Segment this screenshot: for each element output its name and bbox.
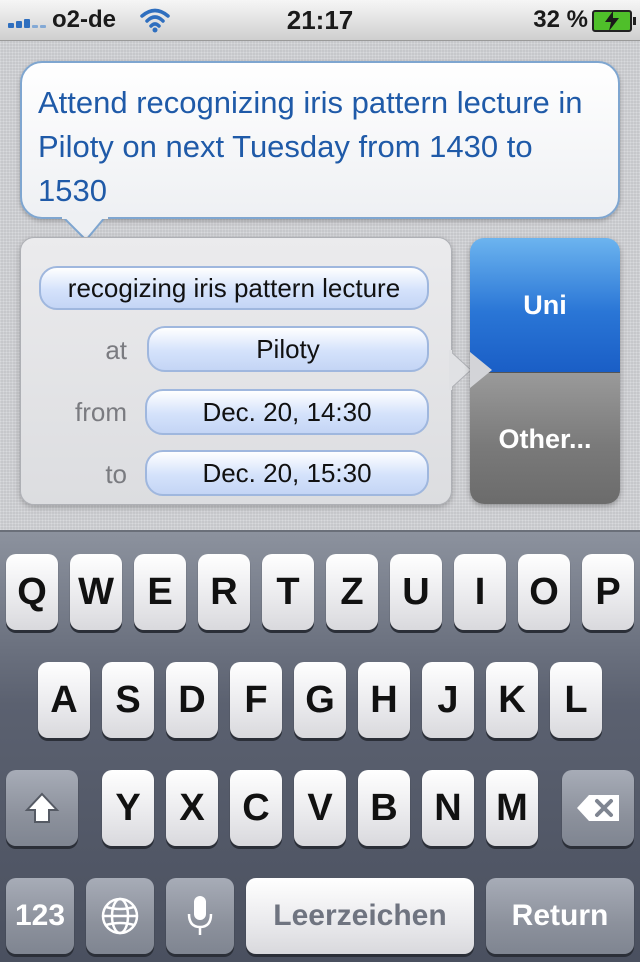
key-c[interactable]: C — [230, 770, 282, 846]
dictation-bubble[interactable]: Attend recognizing iris pattern lecture … — [20, 61, 620, 219]
backspace-key[interactable] — [562, 770, 634, 846]
key-l[interactable]: L — [550, 662, 602, 738]
end-time-field[interactable]: Dec. 20, 15:30 — [145, 450, 429, 496]
microphone-icon — [187, 896, 213, 935]
backspace-icon — [577, 795, 619, 821]
key-e[interactable]: E — [134, 554, 186, 630]
location-field[interactable]: Piloty — [147, 326, 429, 372]
at-label: at — [105, 335, 127, 365]
selection-notch — [470, 352, 492, 388]
key-r[interactable]: R — [198, 554, 250, 630]
key-a[interactable]: A — [38, 662, 90, 738]
calendar-option-other[interactable]: Other... — [470, 372, 620, 504]
dictation-key[interactable] — [166, 878, 234, 954]
battery-percentage: 32 % — [533, 6, 588, 33]
key-j[interactable]: J — [422, 662, 474, 738]
return-key[interactable]: Return — [486, 878, 634, 954]
key-f[interactable]: F — [230, 662, 282, 738]
key-n[interactable]: N — [422, 770, 474, 846]
key-w[interactable]: W — [70, 554, 122, 630]
key-s[interactable]: S — [102, 662, 154, 738]
globe-icon — [101, 897, 139, 935]
key-b[interactable]: B — [358, 770, 410, 846]
numbers-key[interactable]: 123 — [6, 878, 74, 954]
key-v[interactable]: V — [294, 770, 346, 846]
shift-key[interactable] — [6, 770, 78, 846]
key-i[interactable]: I — [454, 554, 506, 630]
key-p[interactable]: P — [582, 554, 634, 630]
key-o[interactable]: O — [518, 554, 570, 630]
dictation-text: Attend recognizing iris pattern lecture … — [38, 85, 583, 208]
start-time-field[interactable]: Dec. 20, 14:30 — [145, 389, 429, 435]
to-label: to — [105, 459, 127, 489]
event-title-field[interactable]: recogizing iris pattern lecture — [39, 266, 429, 310]
battery-charging-icon — [592, 10, 636, 32]
event-card: recogizing iris pattern lecture at Pilot… — [20, 237, 452, 505]
key-g[interactable]: G — [294, 662, 346, 738]
key-t[interactable]: T — [262, 554, 314, 630]
key-q[interactable]: Q — [6, 554, 58, 630]
key-d[interactable]: D — [166, 662, 218, 738]
shift-arrow-icon — [24, 792, 60, 823]
key-m[interactable]: M — [486, 770, 538, 846]
globe-key[interactable] — [86, 878, 154, 954]
key-y[interactable]: Y — [102, 770, 154, 846]
key-h[interactable]: H — [358, 662, 410, 738]
key-k[interactable]: K — [486, 662, 538, 738]
keyboard: Q W E R T Z U I O P A S D F G H J K L Y … — [0, 530, 640, 962]
status-bar: o2-de 21:17 32 % — [0, 0, 640, 41]
space-key[interactable]: Leerzeichen — [246, 878, 474, 954]
key-x[interactable]: X — [166, 770, 218, 846]
from-label: from — [75, 397, 127, 427]
key-z[interactable]: Z — [326, 554, 378, 630]
key-u[interactable]: U — [390, 554, 442, 630]
